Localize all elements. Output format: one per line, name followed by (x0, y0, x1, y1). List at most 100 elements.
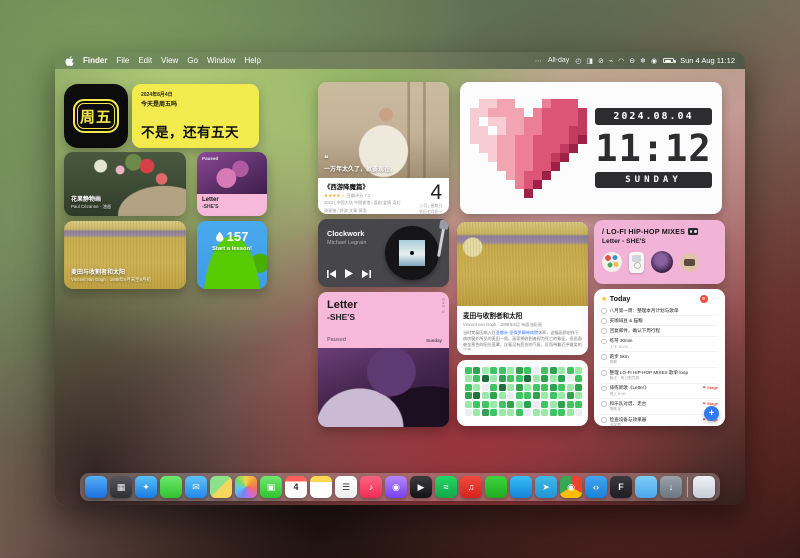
todo-item[interactable]: 买咖啡豆 & 猫粮 (601, 316, 718, 326)
todo-item[interactable]: 排练新歌《Letter》晚上 8:00⚑ Stage (601, 384, 718, 400)
menu-finder[interactable]: Finder (83, 56, 107, 65)
dock-app-podcasts[interactable]: ◉ (385, 476, 407, 498)
next-track-icon[interactable] (362, 270, 371, 278)
status-icon[interactable]: ⊘ (598, 57, 604, 65)
dock-app-music[interactable]: ♪ (360, 476, 382, 498)
status-icon[interactable]: ◴ (575, 57, 581, 65)
widget-pixel-clock[interactable]: 2024.08.04 11:12 SUNDAY (460, 82, 722, 214)
contribution-cell (541, 392, 548, 399)
dock-app-chrome[interactable]: ◉ (560, 476, 582, 498)
heart-pixel (479, 126, 488, 135)
heart-pixel (578, 189, 587, 198)
widget-music-letter-small[interactable]: Paused Letter -SHE'S (197, 152, 267, 216)
task-checkbox[interactable] (601, 354, 607, 360)
status-icon[interactable]: ◉ (651, 57, 657, 65)
more-status-icon[interactable]: ⋯ (535, 57, 542, 65)
heart-pixel (542, 117, 551, 126)
apple-menu-icon[interactable] (65, 56, 74, 66)
more-options-icon[interactable]: ⋯ (712, 295, 718, 302)
contribution-cell (558, 367, 565, 374)
dock-app-facetime[interactable]: ▣ (260, 476, 282, 498)
todo-item[interactable]: 整理 LO-FI HIP-HOP MIXES 歌单 loop备注 · 周日前完成 (601, 368, 718, 384)
dock-app-messages[interactable] (160, 476, 182, 498)
task-checkbox[interactable] (601, 339, 607, 345)
dock-app-spotify[interactable]: ≈ (435, 476, 457, 498)
todo-item[interactable]: 八月第一周：整理本月计划与歌单 (601, 306, 718, 316)
widget-contribution-graph[interactable] (457, 360, 588, 426)
widget-art-cezanne[interactable]: 花果静物画 Paul Cézanne · 油画 (64, 152, 186, 216)
dock-app-figma[interactable]: F (610, 476, 632, 498)
todo-item[interactable]: 和乐队对谱、走台排练室⚑ Stage (601, 399, 718, 415)
heart-pixel (533, 126, 542, 135)
menu-window[interactable]: Window (207, 56, 235, 65)
contribution-cell (550, 375, 557, 382)
dock-app-photos[interactable] (235, 476, 257, 498)
todo-item[interactable]: 练琴 30min上午 10:00 (601, 337, 718, 353)
contribution-cell (516, 409, 523, 416)
status-icon[interactable]: ◨ (586, 57, 593, 65)
widget-duolingo-streak[interactable]: 157 Start a lesson! (197, 221, 267, 289)
contribution-cell (575, 401, 582, 408)
calendar-lunar: 农历七月初一 (409, 210, 442, 214)
dock-app-finder[interactable] (85, 476, 107, 498)
dock-app-launchpad[interactable]: ▦ (110, 476, 132, 498)
todo-item[interactable]: 跑步 5km傍晚 (601, 352, 718, 368)
task-checkbox[interactable] (601, 401, 607, 407)
dock-app-calendar[interactable]: 4 (285, 476, 307, 498)
widget-lofi-mixes[interactable]: / LO-FI HIP-HOP MIXES Letter - SHE'S (594, 220, 725, 284)
menu-file[interactable]: File (116, 56, 129, 65)
friday-countdown-app-icon[interactable]: 周五 (64, 84, 128, 148)
menu-edit[interactable]: Edit (138, 56, 152, 65)
dock-app-maps[interactable] (210, 476, 232, 498)
dock-app-telegram[interactable]: ➤ (535, 476, 557, 498)
heart-pixel (560, 117, 569, 126)
clock-date: 2024.08.04 (595, 108, 712, 125)
widget-art-wheatfield-small[interactable]: 麦田与收割者和太阳 Vincent van Gogh · 1889年6月末至9月… (64, 221, 186, 289)
widget-music-clockwork[interactable]: Clockwork Michael Legrain (318, 219, 449, 287)
heart-pixel (542, 108, 551, 117)
dock-app-netease-music[interactable]: ♫ (460, 476, 482, 498)
dock-app-qq[interactable] (510, 476, 532, 498)
contribution-cell (575, 367, 582, 374)
status-icon[interactable]: ⊖ (629, 57, 635, 65)
widget-art-wheatfield-detail[interactable]: 麦田与收割者和太阳 Vincent van Gogh · 1889年6月 布面油… (457, 222, 588, 355)
task-checkbox[interactable] (601, 328, 607, 334)
task-checkbox[interactable] (601, 370, 607, 376)
status-icon[interactable]: ❄ (640, 57, 646, 65)
menu-clock[interactable]: Sun 4 Aug 11:12 (680, 56, 735, 65)
contribution-cell (473, 375, 480, 382)
add-task-button[interactable]: + (704, 406, 719, 421)
widget-friday-countdown[interactable]: 2024年8月4日 今天是周五吗 不是，还有五天 (132, 84, 259, 148)
play-icon[interactable] (345, 269, 353, 278)
dock-app-downloads[interactable]: ↓ (660, 476, 682, 498)
status-icon[interactable]: ⌁ (609, 57, 613, 65)
dock-app-safari[interactable]: ✦ (135, 476, 157, 498)
widget-music-letter-large[interactable]: Letter -SHE'S Paused Sunday SHE'S (318, 292, 449, 427)
task-checkbox[interactable] (601, 318, 607, 324)
desc-link[interactable]: 圣雷米-圣保罗精神病院 (496, 330, 538, 335)
menu-help[interactable]: Help (244, 56, 260, 65)
task-checkbox[interactable] (601, 308, 607, 314)
menu-view[interactable]: View (161, 56, 178, 65)
contribution-cell (482, 401, 489, 408)
widget-reminders-today[interactable]: ★ Today 5 ⋯ 八月第一周：整理本月计划与歌单买咖啡豆 & 猫粮回复邮件… (594, 289, 725, 426)
status-icon[interactable]: ◠ (618, 57, 624, 65)
now-playing-label[interactable]: All-day (548, 57, 569, 64)
dock-app-trash[interactable] (693, 476, 715, 498)
dock-app-vscode[interactable]: ‹› (585, 476, 607, 498)
battery-icon[interactable] (663, 58, 674, 63)
painting-subtitle: Vincent van Gogh · 1889年6月 布面油彩画 (463, 322, 582, 328)
todo-item[interactable]: 检查设备与效果器出发前⚑ Stage (601, 415, 718, 426)
dock-app-folder[interactable] (635, 476, 657, 498)
dock-app-mail[interactable]: ✉ (185, 476, 207, 498)
widget-movie-of-the-day[interactable]: ❝ 一万年太久了，就要现在。 《西游降魔篇》 ★★★★☆豆瓣评分 7.2 201… (318, 82, 449, 214)
dock-app-notes[interactable] (310, 476, 332, 498)
dock-app-wechat[interactable] (485, 476, 507, 498)
dock-app-tv[interactable]: ▶ (410, 476, 432, 498)
menu-go[interactable]: Go (187, 56, 198, 65)
task-checkbox[interactable] (601, 386, 607, 392)
dock-app-reminders[interactable]: ☰ (335, 476, 357, 498)
todo-item[interactable]: 回复邮件，确认下周行程 (601, 326, 718, 336)
task-checkbox[interactable] (601, 417, 607, 423)
previous-track-icon[interactable] (327, 270, 336, 278)
